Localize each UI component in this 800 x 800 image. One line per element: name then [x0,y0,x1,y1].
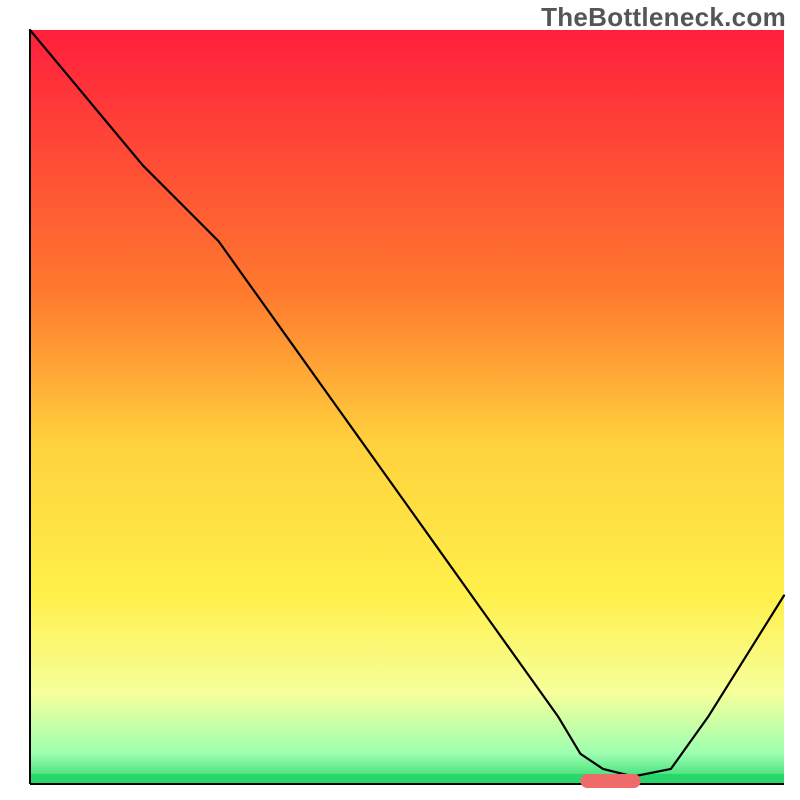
chart-svg [0,0,800,800]
plot-background [30,30,784,784]
green-bottom-band [30,774,784,784]
bottleneck-chart: TheBottleneck.com [0,0,800,800]
optimal-marker [580,774,640,788]
